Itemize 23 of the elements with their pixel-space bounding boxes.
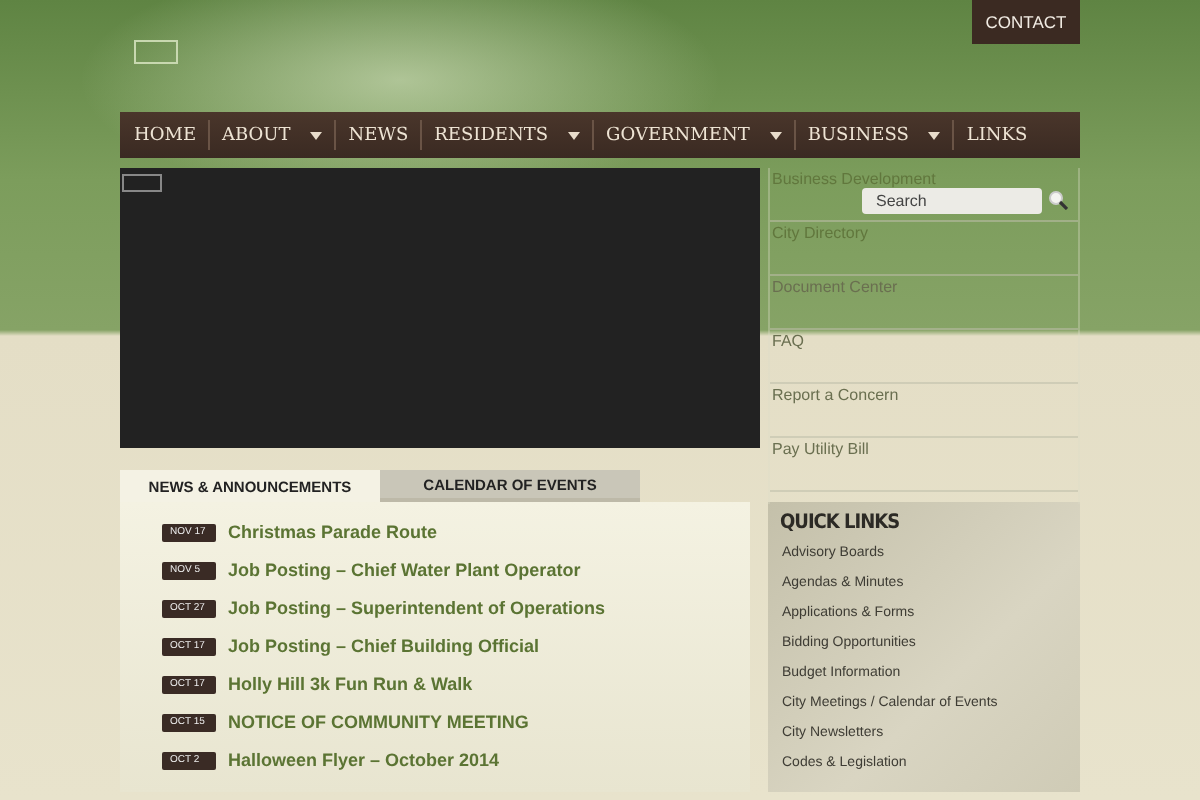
news-link[interactable]: Job Posting – Superintendent of Operations bbox=[228, 598, 606, 618]
nav-item[interactable]: NEWS bbox=[336, 120, 423, 150]
news-link[interactable]: NOTICE OF COMMUNITY MEETING bbox=[228, 712, 529, 732]
image-placeholder bbox=[122, 174, 162, 192]
nav-item[interactable]: ABOUT bbox=[210, 120, 337, 150]
side-link[interactable]: Report a Concern bbox=[770, 384, 1078, 438]
side-link[interactable]: Pay Utility Bill bbox=[770, 438, 1078, 492]
nav-item[interactable]: HOME bbox=[122, 120, 211, 150]
section-title: QUICK LINKS bbox=[780, 512, 902, 534]
contact-button[interactable]: CONTACT bbox=[972, 0, 1080, 44]
logo-placeholder bbox=[134, 40, 178, 64]
news-link[interactable]: Holly Hill 3k Fun Run & Walk bbox=[228, 674, 473, 694]
search-field[interactable]: Search bbox=[862, 188, 1042, 214]
nav-item[interactable]: LINKS bbox=[954, 120, 1040, 150]
nav-item[interactable]: GOVERNMENT bbox=[594, 120, 796, 150]
search-icon[interactable] bbox=[1048, 190, 1068, 210]
news-link[interactable]: Job Posting – Chief Building Official bbox=[228, 636, 540, 656]
news-link[interactable]: Halloween Flyer – October 2014 bbox=[228, 750, 500, 770]
news-link[interactable]: Job Posting – Chief Water Plant Operator bbox=[228, 560, 581, 580]
nav-item[interactable]: RESIDENTS bbox=[422, 120, 595, 150]
nav-item[interactable]: BUSINESS bbox=[795, 120, 955, 150]
side-link[interactable]: FAQ bbox=[770, 330, 1078, 384]
news-link[interactable]: Christmas Parade Route bbox=[228, 522, 438, 542]
